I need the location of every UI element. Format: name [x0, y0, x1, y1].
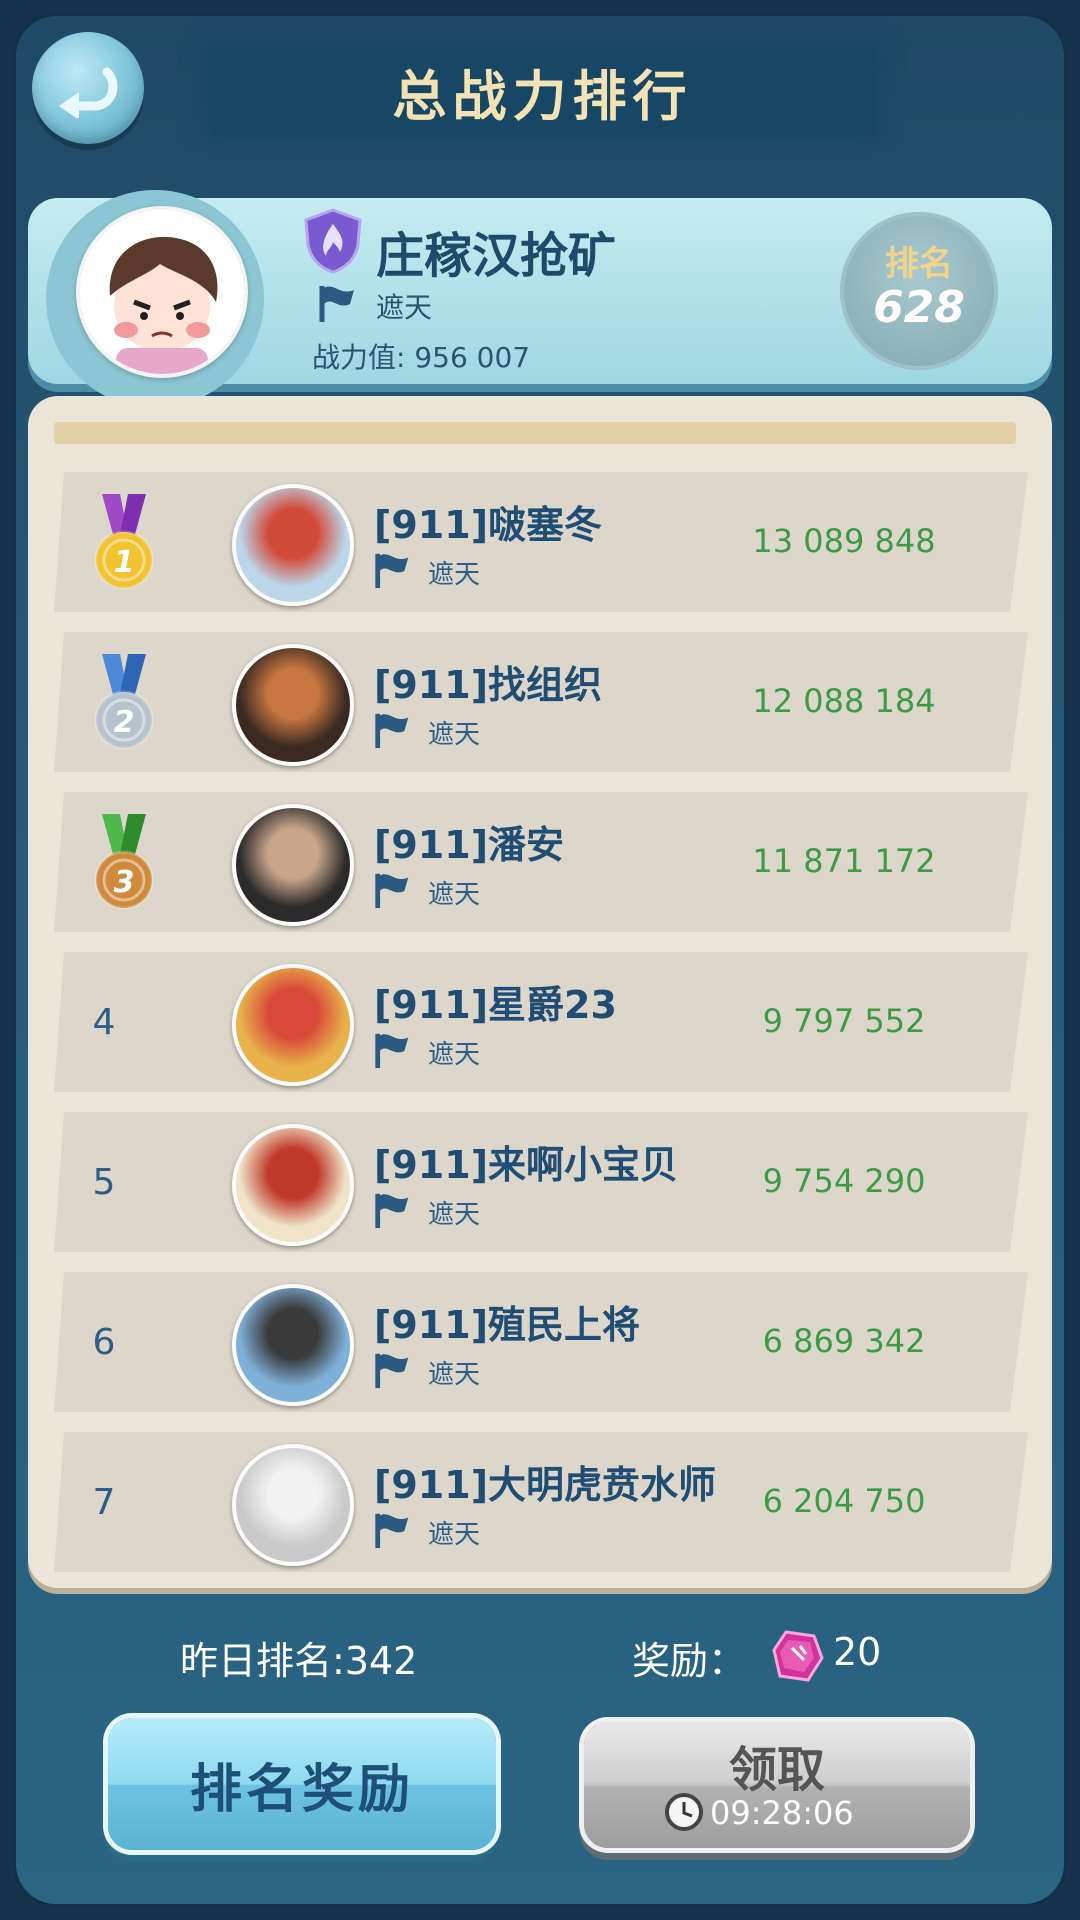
rank-badge-value: 628 — [873, 282, 965, 333]
back-button[interactable] — [32, 32, 144, 144]
page-title: 总战力排行 — [392, 64, 693, 128]
my-guild: 遮天 — [376, 291, 433, 324]
ranking-row[interactable]: 4 [911]星爵23 遮天 9 797 552 — [54, 952, 1028, 1092]
ranking-row[interactable]: 5 [911]来啊小宝贝遮天 9 754 290 — [54, 1112, 1028, 1252]
svg-text:1: 1 — [114, 545, 135, 580]
my-power: 战力值: 956 007 — [312, 341, 531, 374]
player-guild: 遮天 — [428, 1520, 481, 1550]
rank-reward-button-label: 排名奖励 — [189, 1759, 414, 1820]
title-bar: 总战力排行 — [210, 48, 875, 134]
ranking-row[interactable]: 1 [911]啵塞冬遮天 13 089 848 — [54, 472, 1028, 612]
rank-badge-label: 排名 — [885, 244, 953, 284]
ranking-row[interactable]: 6 [911]殖民上将遮天 6 869 342 — [54, 1272, 1028, 1412]
gem-icon — [770, 1628, 826, 1688]
ranking-row[interactable]: 3 [911]潘安遮天 11 871 172 — [54, 792, 1028, 932]
list-header-strip — [54, 422, 1016, 444]
my-avatar[interactable] — [76, 206, 248, 378]
player-power: 9 754 290 — [762, 1162, 926, 1200]
player-power: 13 089 848 — [752, 522, 936, 560]
claim-button-label: 领取 — [728, 1742, 825, 1798]
medal-silver-icon: 2 — [92, 654, 156, 758]
claim-button[interactable]: 领取 09:28:06 — [584, 1722, 970, 1848]
guild-flag-icon — [372, 1030, 412, 1074]
guild-flag-icon — [372, 710, 412, 754]
player-avatar[interactable] — [232, 1444, 354, 1566]
player-avatar[interactable] — [232, 1124, 354, 1246]
player-avatar[interactable] — [232, 644, 354, 766]
player-guild: 遮天 — [428, 1200, 481, 1230]
yesterday-rank: 昨日排名:342 — [180, 1639, 418, 1683]
player-avatar[interactable] — [232, 484, 354, 606]
player-name: [911]找组织 — [374, 663, 603, 707]
player-name: [911]大明虎贲水师 — [374, 1463, 717, 1507]
player-power: 6 204 750 — [762, 1482, 926, 1520]
player-guild: 遮天 — [428, 880, 481, 910]
row-rank: 6 — [92, 1322, 116, 1363]
player-guild: 遮天 — [428, 720, 481, 750]
row-rank: 4 — [92, 1002, 116, 1043]
guild-flag-icon — [372, 1510, 412, 1554]
guild-flag-icon — [372, 1190, 412, 1234]
player-avatar[interactable] — [232, 804, 354, 926]
claim-timer: 09:28:06 — [710, 1794, 854, 1832]
player-avatar[interactable] — [232, 1284, 354, 1406]
player-name: [911]啵塞冬 — [374, 503, 603, 547]
reward-label: 奖励： — [632, 1639, 747, 1683]
player-name: [911]来啊小宝贝 — [374, 1143, 679, 1187]
player-power: 6 869 342 — [762, 1322, 926, 1360]
player-guild: 遮天 — [428, 560, 481, 590]
ranking-row[interactable]: 7 [911]大明虎贲水师遮天 6 204 750 — [54, 1432, 1028, 1572]
guild-flag-icon — [372, 1350, 412, 1394]
player-name: [911]潘安 — [374, 823, 565, 867]
player-name: [911]星爵23 — [374, 983, 617, 1027]
shield-icon — [302, 208, 364, 278]
clock-icon — [664, 1792, 704, 1836]
row-rank: 5 — [92, 1162, 116, 1203]
guild-flag-icon — [372, 550, 412, 594]
player-guild: 遮天 — [428, 1040, 481, 1070]
back-arrow-icon — [59, 67, 118, 118]
player-power: 12 088 184 — [752, 682, 936, 720]
player-guild: 遮天 — [428, 1360, 481, 1390]
medal-bronze-icon: 3 — [92, 814, 156, 918]
reward-value: 20 — [833, 1630, 882, 1674]
guild-flag-icon — [372, 870, 412, 914]
my-name: 庄稼汉抢矿 — [376, 228, 617, 284]
guild-flag-icon — [316, 282, 358, 328]
player-power: 9 797 552 — [762, 1002, 926, 1040]
player-avatar[interactable] — [232, 964, 354, 1086]
player-power: 11 871 172 — [752, 842, 936, 880]
rank-reward-button[interactable]: 排名奖励 — [108, 1718, 496, 1850]
ranking-list-panel: 1 [911]啵塞冬 遮天 13 089 848 2 [911]找组织 遮天 12 088 1… — [28, 396, 1052, 1588]
svg-text:2: 2 — [114, 705, 135, 740]
row-rank: 7 — [92, 1482, 116, 1523]
player-name: [911]殖民上将 — [374, 1303, 641, 1347]
medal-gold-icon: 1 — [92, 494, 156, 598]
svg-text:3: 3 — [114, 865, 135, 900]
my-rank-badge: 排名 628 — [840, 212, 998, 370]
cartoon-face-icon — [80, 210, 244, 374]
ranking-row[interactable]: 2 [911]找组织遮天 12 088 184 — [54, 632, 1028, 772]
